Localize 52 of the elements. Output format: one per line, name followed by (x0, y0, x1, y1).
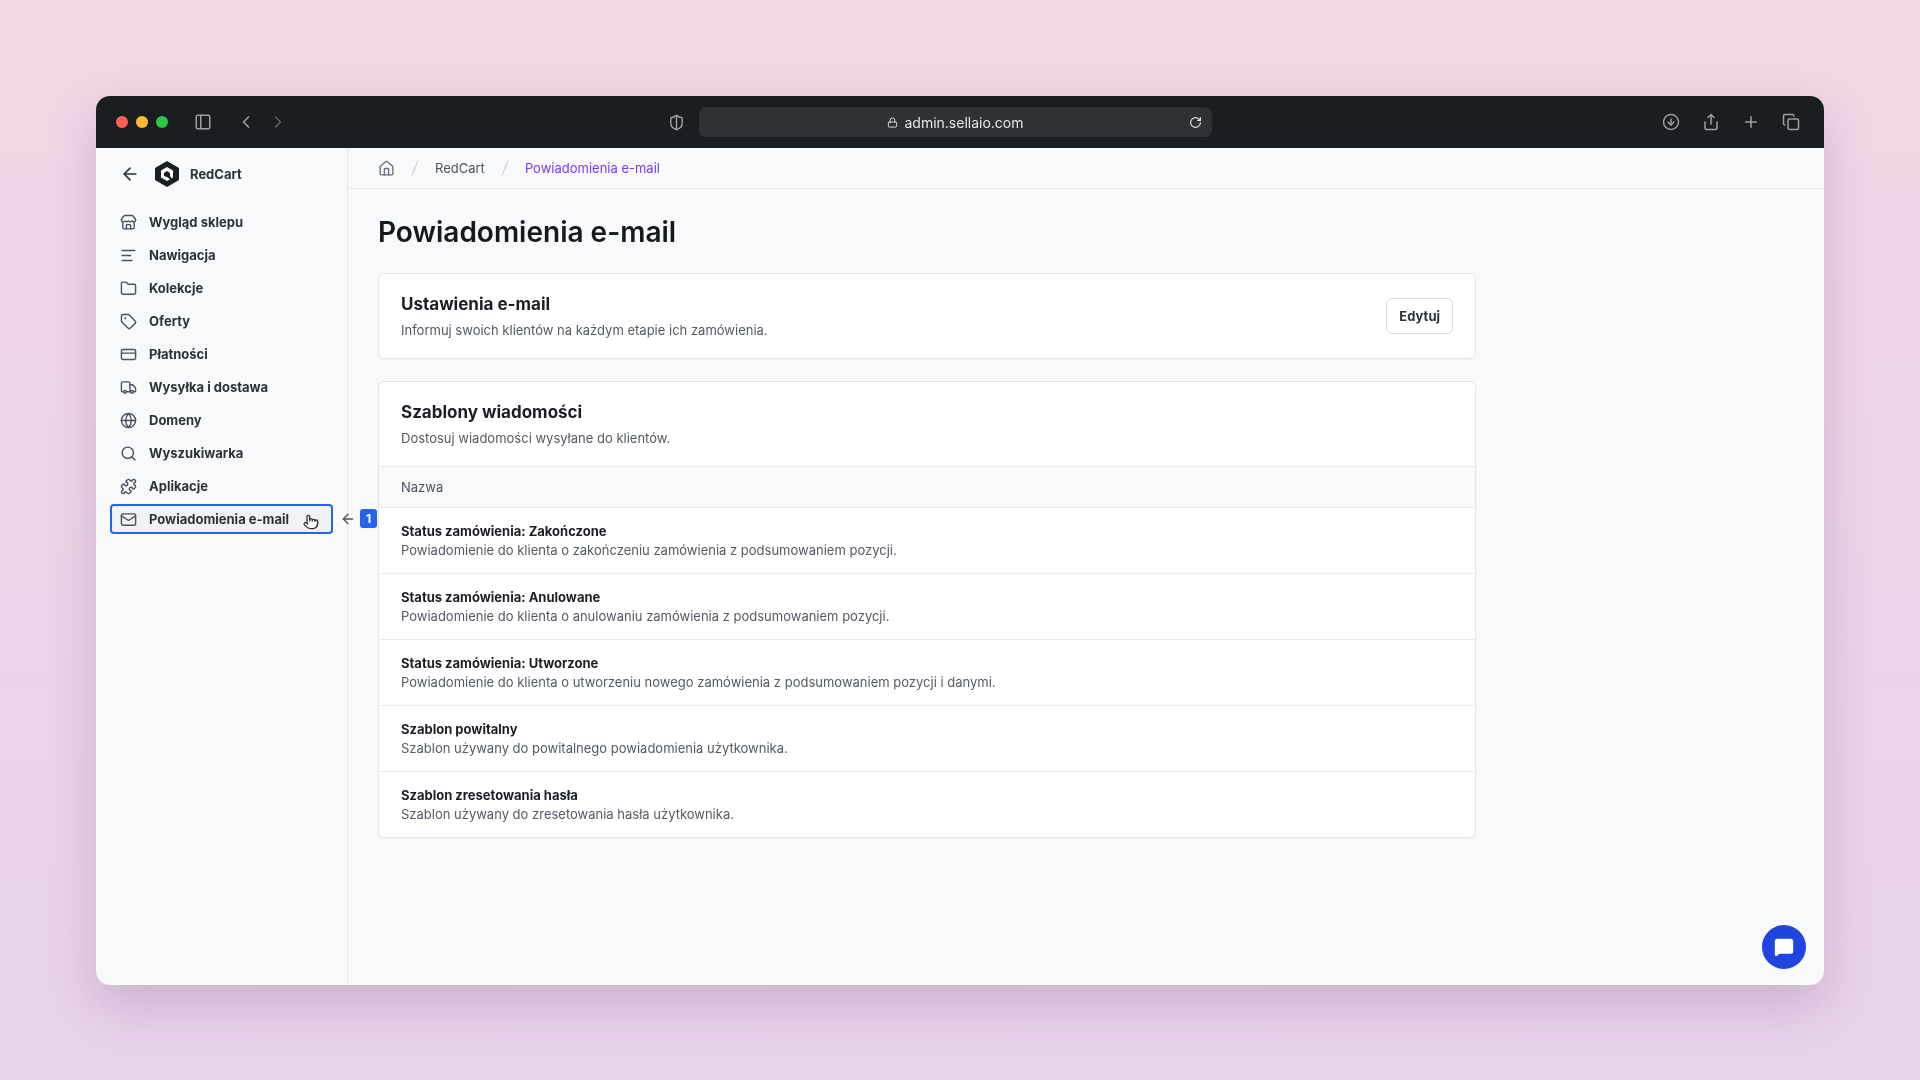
annotation-badge: 1 (360, 509, 377, 528)
lock-icon (887, 116, 899, 128)
sidebar-toggle-icon[interactable] (194, 113, 212, 131)
reload-icon[interactable] (1189, 115, 1202, 129)
tag-icon (120, 312, 137, 330)
card-description: Informuj swoich klientów na każdym etapie ich zamówienia. (401, 322, 768, 338)
card-title: Ustawienia e-mail (401, 294, 552, 314)
home-icon[interactable] (378, 159, 395, 177)
template-row[interactable]: Szablon powitalny Szablon używany do powitalnego powiadomienia użytkownika. (379, 706, 1475, 772)
breadcrumb-link[interactable]: RedCart (435, 160, 485, 176)
card-title: Szablony wiadomości (401, 402, 584, 422)
download-icon[interactable] (1662, 113, 1680, 131)
globe-icon (120, 411, 137, 429)
address-bar[interactable]: admin.sellaio.com (699, 107, 1212, 137)
sidebar-item[interactable]: Nawigacja (110, 240, 333, 270)
sidebar-item[interactable]: Kolekcje (110, 273, 333, 303)
breadcrumb-separator-icon (500, 160, 509, 176)
store-name: RedCart (190, 166, 242, 182)
breadcrumb-separator-icon (411, 160, 419, 176)
sidebar-item[interactable]: Wygląd sklepu (110, 207, 333, 237)
sidebar-item[interactable]: Płatności (110, 339, 333, 369)
chat-button[interactable] (1762, 925, 1806, 969)
column-header: Nazwa (379, 466, 1475, 508)
share-icon[interactable] (1702, 113, 1720, 131)
logo-icon (154, 160, 180, 188)
template-row[interactable]: Szablon zresetowania hasła Szablon używany do zresetowania hasła użytkownika. (379, 772, 1475, 837)
edit-button[interactable]: Edytuj (1386, 298, 1453, 334)
template-row[interactable]: Status zamówienia: Zakończone Powiadomienie do klienta o zakończeniu zamówienia z podsumowaniem pozycji. (379, 508, 1475, 574)
shield-icon[interactable] (668, 113, 685, 131)
breadcrumb-link[interactable]: Powiadomienia e-mail (524, 160, 660, 176)
folder-icon (120, 279, 137, 297)
close-window-button[interactable] (116, 116, 128, 128)
maximize-window-button[interactable] (156, 116, 168, 128)
sidebar-item[interactable]: Wysyłka i dostawa (110, 372, 333, 402)
truck-icon (120, 378, 137, 396)
store-icon (120, 213, 137, 231)
page-title: Powiadomienia e-mail (378, 215, 678, 249)
chat-bubble-icon (1774, 937, 1794, 957)
puzzle-icon (120, 477, 137, 495)
new-tab-icon[interactable] (1742, 113, 1760, 131)
template-row[interactable]: Status zamówienia: Utworzone Powiadomienie do klienta o utworzeniu nowego zamówienia z podsumowaniem pozycji i danymi. (379, 640, 1475, 706)
sidebar-item[interactable]: Domeny (110, 405, 333, 435)
mail-icon (120, 510, 137, 528)
minimize-window-button[interactable] (136, 116, 148, 128)
sidebar-item[interactable]: Wyszukiwarka (110, 438, 333, 468)
template-row[interactable]: Status zamówienia: Anulowane Powiadomienie do klienta o anulowaniu zamówienia z podsumowaniem pozycji. (379, 574, 1475, 640)
sidebar-item[interactable]: Oferty (110, 306, 333, 336)
search-icon (120, 444, 137, 462)
hand-cursor-icon (303, 514, 319, 530)
tabs-overview-icon[interactable] (1782, 113, 1800, 131)
sidebar-item[interactable]: Aplikacje (110, 471, 333, 501)
card-description: Dostosuj wiadomości wysyłane do klientów. (401, 430, 671, 446)
